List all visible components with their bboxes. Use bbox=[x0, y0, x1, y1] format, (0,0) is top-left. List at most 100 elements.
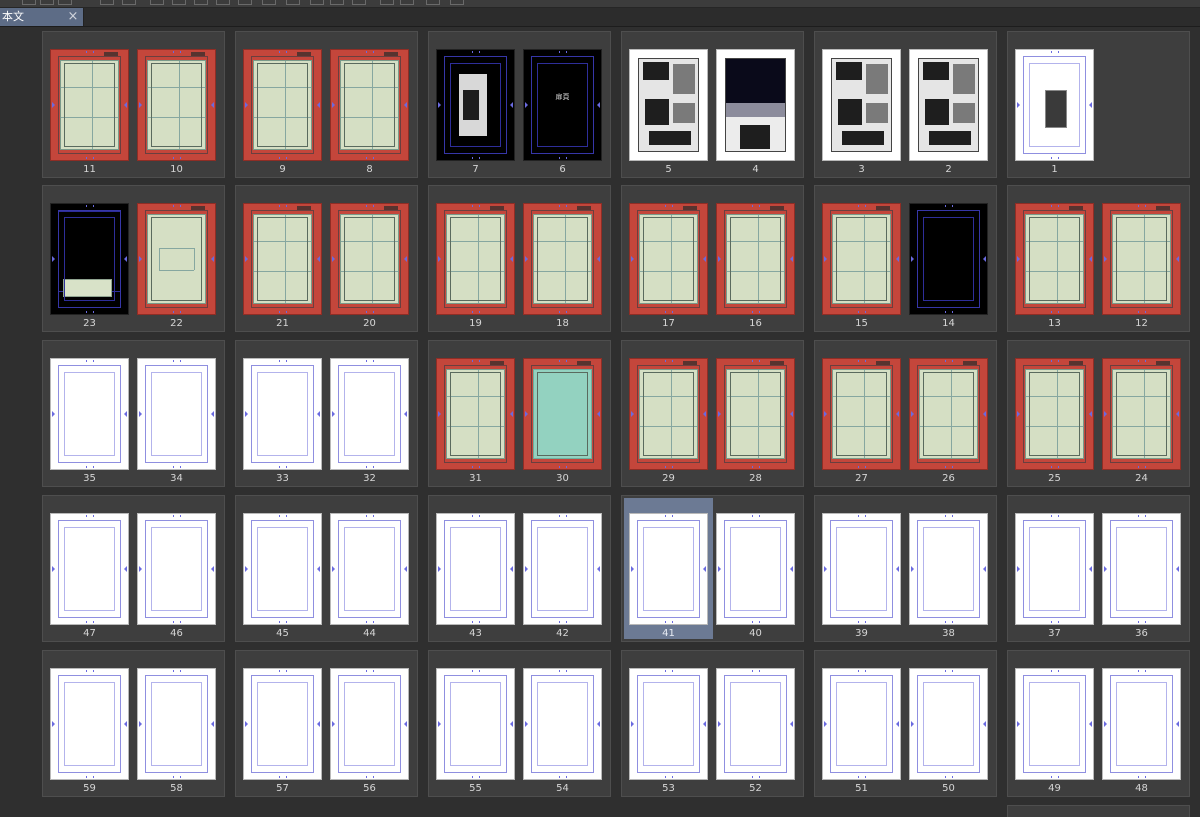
page-thumbnail[interactable] bbox=[1015, 668, 1094, 780]
page-thumbnail[interactable] bbox=[330, 49, 409, 161]
page-thumbnail[interactable] bbox=[243, 513, 322, 625]
page-spread[interactable]: 59 58 bbox=[42, 650, 225, 797]
page-thumbnail[interactable] bbox=[137, 203, 216, 315]
page-thumbnail[interactable] bbox=[716, 49, 795, 161]
toolbar-button[interactable] bbox=[216, 0, 230, 5]
page-spread[interactable]: 41 40 bbox=[621, 495, 804, 642]
toolbar-button[interactable] bbox=[352, 0, 366, 5]
page-thumbnail[interactable] bbox=[1015, 203, 1094, 315]
page-thumbnail[interactable] bbox=[716, 203, 795, 315]
page-thumbnail[interactable] bbox=[50, 49, 129, 161]
page-spread[interactable]: 98 bbox=[235, 31, 418, 178]
page-spread[interactable]: 7 扉頁 6 bbox=[428, 31, 611, 178]
page-thumbnail[interactable] bbox=[50, 358, 129, 470]
toolbar-button[interactable] bbox=[150, 0, 164, 5]
toolbar-button[interactable] bbox=[426, 0, 440, 5]
page-spread[interactable]: 55 54 bbox=[428, 650, 611, 797]
toolbar-button[interactable] bbox=[58, 0, 72, 5]
page-spread[interactable]: 27 26 bbox=[814, 340, 997, 487]
page-thumbnail[interactable] bbox=[243, 49, 322, 161]
toolbar-button[interactable] bbox=[172, 0, 186, 5]
toolbar-button[interactable] bbox=[330, 0, 344, 5]
page-spread[interactable]: 19 18 bbox=[428, 185, 611, 332]
page-thumbnail[interactable] bbox=[1015, 358, 1094, 470]
page-spread[interactable]: 25 24 bbox=[1007, 340, 1190, 487]
page-spread[interactable]: 31 30 bbox=[428, 340, 611, 487]
page-spread[interactable]: 51 50 bbox=[814, 650, 997, 797]
toolbar-button[interactable] bbox=[380, 0, 394, 5]
page-spread[interactable]: 23 22 bbox=[42, 185, 225, 332]
page-thumbnail[interactable] bbox=[50, 513, 129, 625]
page-spread[interactable]: 43 42 bbox=[428, 495, 611, 642]
page-thumbnail[interactable] bbox=[629, 668, 708, 780]
page-thumbnail[interactable] bbox=[909, 668, 988, 780]
page-thumbnail[interactable] bbox=[523, 358, 602, 470]
toolbar-button[interactable] bbox=[22, 0, 36, 5]
page-thumbnail[interactable] bbox=[629, 203, 708, 315]
toolbar-button[interactable] bbox=[286, 0, 300, 5]
page-thumbnail[interactable] bbox=[436, 668, 515, 780]
page-thumbnail[interactable] bbox=[716, 513, 795, 625]
page-thumbnail[interactable] bbox=[1102, 513, 1181, 625]
page-thumbnail[interactable] bbox=[330, 513, 409, 625]
page-spread[interactable]: 45 44 bbox=[235, 495, 418, 642]
page-thumbnail[interactable] bbox=[629, 358, 708, 470]
page-thumbnail[interactable] bbox=[137, 358, 216, 470]
page-thumbnail[interactable] bbox=[822, 49, 901, 161]
page-thumbnail[interactable] bbox=[1102, 358, 1181, 470]
toolbar-button[interactable] bbox=[400, 0, 414, 5]
page-thumbnail[interactable] bbox=[909, 513, 988, 625]
page-thumbnail[interactable] bbox=[629, 513, 708, 625]
page-thumbnail[interactable] bbox=[137, 668, 216, 780]
page-thumbnail[interactable] bbox=[909, 203, 988, 315]
page-spread[interactable]: 33 32 bbox=[235, 340, 418, 487]
page-thumbnail[interactable] bbox=[716, 668, 795, 780]
page-thumbnail[interactable] bbox=[716, 358, 795, 470]
page-thumbnail[interactable]: 扉頁 bbox=[523, 49, 602, 161]
toolbar-button[interactable] bbox=[40, 0, 54, 5]
close-icon[interactable]: × bbox=[67, 9, 79, 25]
page-thumbnail[interactable] bbox=[822, 668, 901, 780]
toolbar-button[interactable] bbox=[238, 0, 252, 5]
page-thumbnail[interactable] bbox=[436, 513, 515, 625]
page-thumbnail[interactable] bbox=[436, 49, 515, 161]
page-thumbnail[interactable] bbox=[523, 668, 602, 780]
page-spread[interactable]: 35 34 bbox=[42, 340, 225, 487]
toolbar-button[interactable] bbox=[310, 0, 324, 5]
page-thumbnail[interactable] bbox=[1015, 49, 1094, 161]
page-spread[interactable]: 15 14 bbox=[814, 185, 997, 332]
page-thumbnail[interactable] bbox=[523, 513, 602, 625]
page-thumbnail[interactable] bbox=[330, 203, 409, 315]
page-thumbnail[interactable] bbox=[137, 513, 216, 625]
page-spread[interactable]: 21 20 bbox=[235, 185, 418, 332]
toolbar-button[interactable] bbox=[262, 0, 276, 5]
page-thumbnail[interactable] bbox=[243, 203, 322, 315]
toolbar-button[interactable] bbox=[122, 0, 136, 5]
page-thumbnail[interactable] bbox=[822, 358, 901, 470]
page-spread[interactable]: 13 12 bbox=[1007, 185, 1190, 332]
page-thumbnail[interactable] bbox=[1015, 513, 1094, 625]
page-spread[interactable]: 57 56 bbox=[235, 650, 418, 797]
document-tab[interactable]: 本文 × bbox=[0, 8, 84, 26]
page-thumbnail[interactable] bbox=[909, 49, 988, 161]
page-thumbnail[interactable] bbox=[137, 49, 216, 161]
toolbar-button[interactable] bbox=[450, 0, 464, 5]
page-spread[interactable]: 29 28 bbox=[621, 340, 804, 487]
page-thumbnail[interactable] bbox=[436, 358, 515, 470]
page-spread[interactable]: 32 bbox=[814, 31, 997, 178]
page-thumbnail[interactable] bbox=[243, 358, 322, 470]
page-spread[interactable]: 17 16 bbox=[621, 185, 804, 332]
page-spread[interactable]: 49 48 bbox=[1007, 650, 1190, 797]
page-thumbnail[interactable] bbox=[629, 49, 708, 161]
toolbar-button[interactable] bbox=[100, 0, 114, 5]
page-spread[interactable]: 54 bbox=[621, 31, 804, 178]
page-thumbnail[interactable] bbox=[1102, 203, 1181, 315]
page-thumbnail[interactable] bbox=[1102, 668, 1181, 780]
page-thumbnail[interactable] bbox=[436, 203, 515, 315]
page-spread[interactable]: 37 36 bbox=[1007, 495, 1190, 642]
page-thumbnail[interactable] bbox=[822, 513, 901, 625]
page-thumbnail[interactable] bbox=[243, 668, 322, 780]
page-thumbnail[interactable] bbox=[50, 668, 129, 780]
page-thumbnail[interactable] bbox=[330, 668, 409, 780]
page-spread[interactable]: 53 52 bbox=[621, 650, 804, 797]
